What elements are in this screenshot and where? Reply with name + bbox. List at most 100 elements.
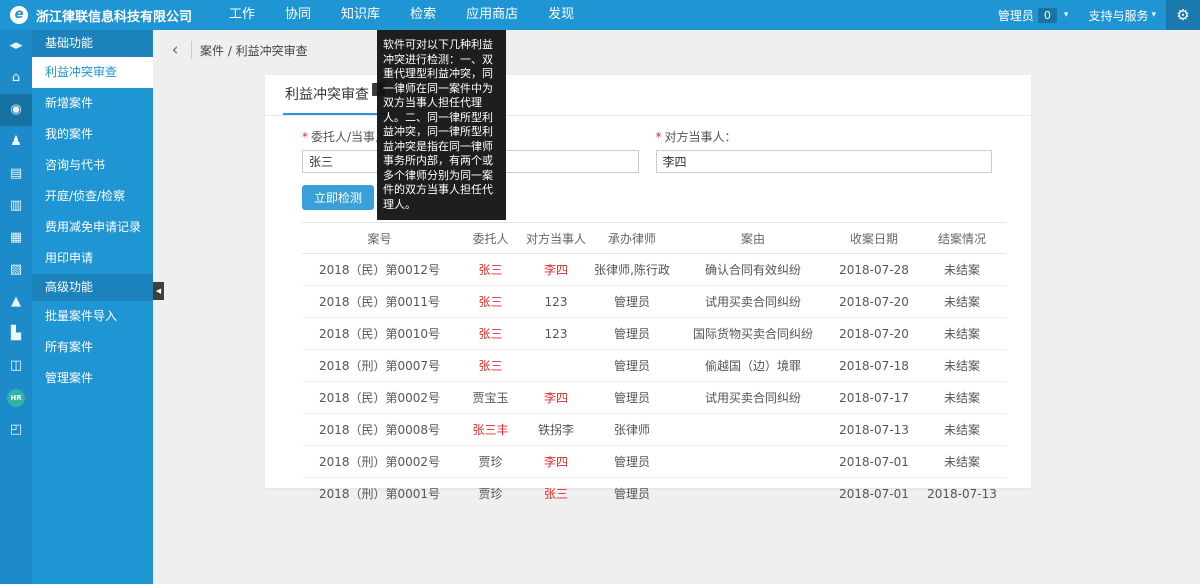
sidebar-collapse-button[interactable]: ◀ (153, 282, 164, 300)
sidebar-item[interactable]: 管理案件 (32, 363, 153, 394)
cell-status: 未结案 (918, 286, 1006, 318)
topbar: e 浙江律联信息科技有限公司 工作协同知识库检索应用商店发现 管理员 0 ▾ 支… (0, 0, 1200, 30)
cell-case_no: 2018（民）第0008号 (302, 414, 457, 446)
stats-icon[interactable]: ▧ (0, 254, 32, 286)
cell-client: 张三 (457, 286, 524, 318)
table-row[interactable]: 2018（民）第0008号张三丰铁拐李张律师2018-07-13未结案 (302, 414, 1006, 446)
check-now-button[interactable]: 立即检测 (302, 185, 374, 210)
cell-opponent: 李四 (524, 446, 588, 478)
cell-lawyer: 管理员 (588, 350, 676, 382)
cell-cause: 偷越国（边）境罪 (676, 350, 830, 382)
topbar-menu-item[interactable]: 发现 (533, 0, 589, 30)
idcard-icon[interactable]: ▥ (0, 190, 32, 222)
sidebar-item[interactable]: 用印申请 (32, 243, 153, 274)
cell-date: 2018-07-18 (830, 350, 918, 382)
support-menu[interactable]: 支持与服务 ▾ (1078, 0, 1166, 30)
sidebar-item[interactable]: 所有案件 (32, 332, 153, 363)
gear-icon: ⚙ (1176, 6, 1189, 24)
cell-client: 张三 (457, 350, 524, 382)
home-icon[interactable]: ⌂ (0, 62, 32, 94)
cell-date: 2018-07-01 (830, 478, 918, 510)
cell-case_no: 2018（民）第0002号 (302, 382, 457, 414)
chart-icon[interactable]: ▙ (0, 318, 32, 350)
user-menu[interactable]: 管理员 0 ▾ (988, 0, 1079, 30)
sidebar-item[interactable]: 新增案件 (32, 88, 153, 119)
chevron-down-icon: ▾ (1064, 10, 1069, 20)
topbar-right: 管理员 0 ▾ 支持与服务 ▾ ⚙ (988, 0, 1200, 30)
table-row[interactable]: 2018（民）第0002号贾宝玉李四管理员试用买卖合同纠纷2018-07-17未… (302, 382, 1006, 414)
cell-cause: 试用买卖合同纠纷 (676, 382, 830, 414)
back-button[interactable]: ‹ (167, 41, 192, 59)
table-row[interactable]: 2018（民）第0012号张三李四张律师,陈行政确认合同有效纠纷2018-07-… (302, 254, 1006, 286)
sidebar-item[interactable]: 开庭/侦查/检察 (32, 181, 153, 212)
table-row[interactable]: 2018（刑）第0007号张三管理员偷越国（边）境罪2018-07-18未结案 (302, 350, 1006, 382)
table-body: 2018（民）第0012号张三李四张律师,陈行政确认合同有效纠纷2018-07-… (302, 254, 1006, 510)
column-header: 对方当事人 (524, 223, 588, 254)
cell-date: 2018-07-20 (830, 318, 918, 350)
cell-cause (676, 446, 830, 478)
cell-date: 2018-07-01 (830, 446, 918, 478)
cell-lawyer: 管理员 (588, 286, 676, 318)
cell-client: 贾珍 (457, 478, 524, 510)
icon-rail: ◂▸⌂◉♟▤▥▦▧▲▙◫ HR ◰ (0, 30, 32, 584)
topbar-menu-item[interactable]: 检索 (395, 0, 451, 30)
topbar-menu-item[interactable]: 应用商店 (451, 0, 533, 30)
topbar-menu-item[interactable]: 工作 (214, 0, 270, 30)
cell-status: 未结案 (918, 414, 1006, 446)
cell-case_no: 2018（民）第0012号 (302, 254, 457, 286)
cell-case_no: 2018（刑）第0001号 (302, 478, 457, 510)
company-name: 浙江律联信息科技有限公司 (36, 6, 192, 25)
sidebar-section-header[interactable]: 高级功能 (32, 274, 153, 301)
hr-badge: HR (7, 389, 25, 407)
cell-cause: 国际货物买卖合同纠纷 (676, 318, 830, 350)
table-header-row: 案号委托人对方当事人承办律师案由收案日期结案情况 (302, 223, 1006, 254)
column-header: 委托人 (457, 223, 524, 254)
cell-cause (676, 478, 830, 510)
upload-icon[interactable]: ▲ (0, 286, 32, 318)
sidebar-section-header[interactable]: 基础功能 (32, 30, 153, 57)
image-icon[interactable]: ◫ (0, 350, 32, 382)
table-row[interactable]: 2018（刑）第0002号贾珍李四管理员2018-07-01未结案 (302, 446, 1006, 478)
sidebar-item[interactable]: 批量案件导入 (32, 301, 153, 332)
user-icon[interactable]: ♟ (0, 126, 32, 158)
topbar-menu-item[interactable]: 协同 (270, 0, 326, 30)
breadcrumb-path: 案件 / 利益冲突审查 (200, 42, 308, 59)
cell-opponent: 李四 (524, 254, 588, 286)
column-header: 结案情况 (918, 223, 1006, 254)
cell-client: 张三 (457, 254, 524, 286)
cell-cause: 试用买卖合同纠纷 (676, 286, 830, 318)
conflict-review-icon[interactable]: ◉ (0, 94, 32, 126)
box-icon[interactable]: ◰ (0, 414, 32, 446)
table-row[interactable]: 2018（民）第0011号张三123管理员试用买卖合同纠纷2018-07-20未… (302, 286, 1006, 318)
column-header: 案号 (302, 223, 457, 254)
conflict-info-tooltip: 软件可对以下几种利益冲突进行检测：一、双重代理型利益冲突，同一律师在同一案件中为… (377, 30, 506, 220)
main-content: ‹ 案件 / 利益冲突审查 利益冲突审查i *委托人/当事人： *对方当事人： (153, 30, 1200, 584)
sidebar-item[interactable]: 咨询与代书 (32, 150, 153, 181)
cell-date: 2018-07-13 (830, 414, 918, 446)
panel-toggle-icon[interactable]: ◂▸ (0, 30, 32, 62)
cell-client: 张三丰 (457, 414, 524, 446)
topbar-menu-item[interactable]: 知识库 (326, 0, 395, 30)
cell-client: 贾宝玉 (457, 382, 524, 414)
sidebar-item[interactable]: 费用减免申请记录 (32, 212, 153, 243)
sidebar-menu: 基础功能利益冲突审查新增案件我的案件咨询与代书开庭/侦查/检察费用减免申请记录用… (32, 30, 153, 584)
tab-conflict-review[interactable]: 利益冲突审查i (283, 75, 387, 115)
cell-lawyer: 管理员 (588, 318, 676, 350)
opponent-label: *对方当事人： (656, 128, 993, 145)
table-row[interactable]: 2018（民）第0010号张三123管理员国际货物买卖合同纠纷2018-07-2… (302, 318, 1006, 350)
column-header: 承办律师 (588, 223, 676, 254)
table-row[interactable]: 2018（刑）第0001号贾珍张三管理员2018-07-012018-07-13 (302, 478, 1006, 510)
apps-icon[interactable]: ▦ (0, 222, 32, 254)
opponent-input[interactable] (656, 150, 993, 173)
cell-case_no: 2018（刑）第0002号 (302, 446, 457, 478)
print-icon[interactable]: ▤ (0, 158, 32, 190)
settings-button[interactable]: ⚙ (1166, 0, 1200, 30)
cell-lawyer: 管理员 (588, 478, 676, 510)
cell-status: 2018-07-13 (918, 478, 1006, 510)
cell-opponent: 123 (524, 318, 588, 350)
sidebar-item[interactable]: 我的案件 (32, 119, 153, 150)
sidebar-item[interactable]: 利益冲突审查 (32, 57, 153, 88)
app-logo-icon[interactable]: e (10, 6, 28, 24)
required-asterisk: * (656, 130, 662, 144)
hr-icon[interactable]: HR (0, 382, 32, 414)
